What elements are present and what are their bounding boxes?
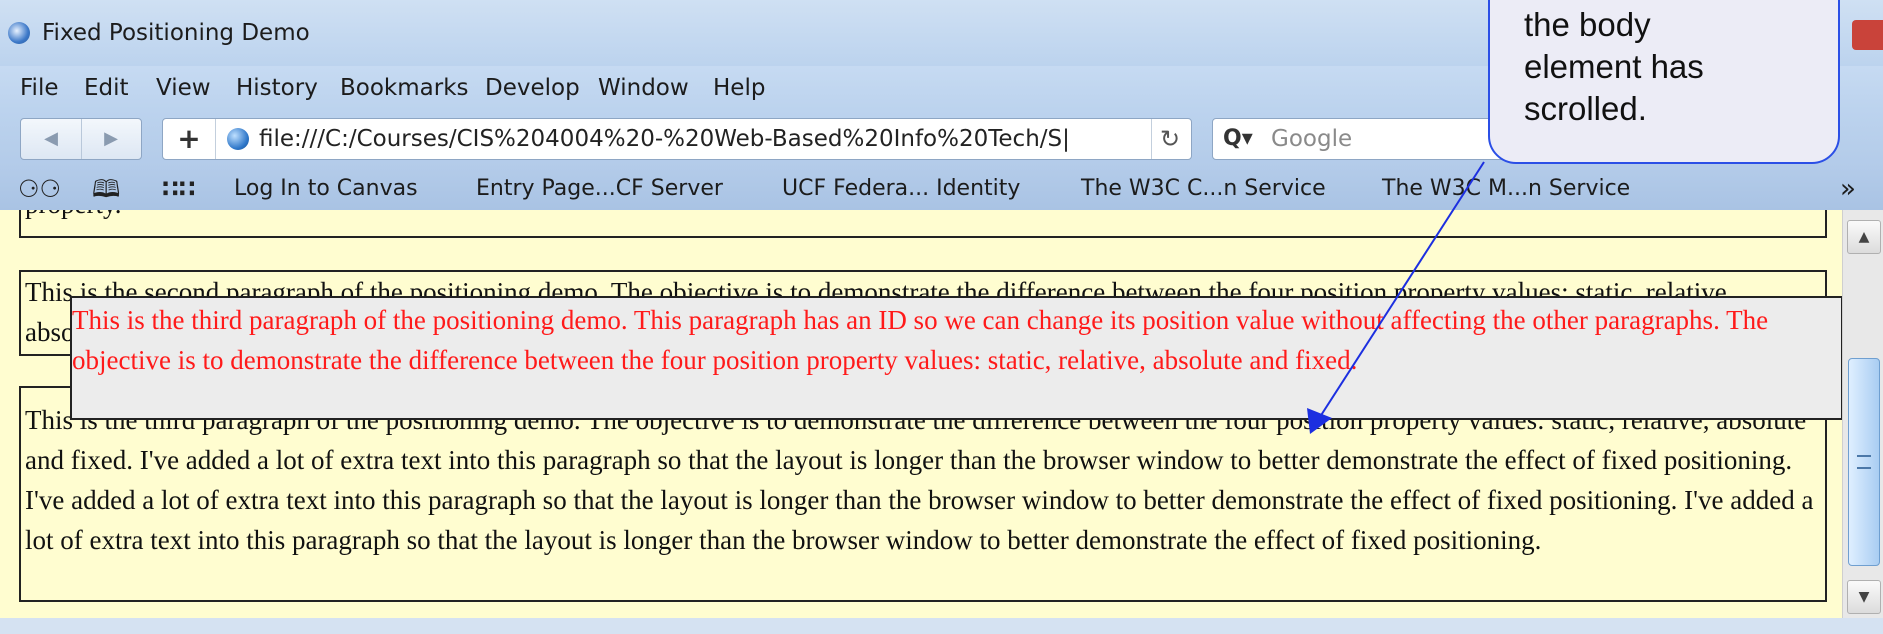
- grip-icon: [1857, 455, 1871, 469]
- bookmarks-overflow-button[interactable]: »: [1840, 168, 1856, 210]
- menu-view[interactable]: View: [156, 66, 211, 110]
- paragraph-3-text: This is the third paragraph of the posit…: [25, 405, 1814, 555]
- fixed-paragraph-text: This is the third paragraph of the posit…: [72, 305, 1769, 375]
- page-content: property. This is the second paragraph o…: [0, 210, 1842, 618]
- reload-icon[interactable]: ↻: [1151, 119, 1188, 159]
- book-icon[interactable]: 🕮: [92, 168, 120, 210]
- reader-glasses-icon[interactable]: ⚆⚆: [18, 168, 61, 210]
- close-button[interactable]: [1852, 20, 1883, 50]
- bookmarks-bar: ⚆⚆ 🕮 ∷∷ Log In to Canvas Entry Page...CF…: [0, 168, 1883, 210]
- address-bar[interactable]: + file:///C:/Courses/CIS%204004%20-%20We…: [162, 118, 1192, 160]
- site-globe-icon: [227, 128, 249, 150]
- add-bookmark-button[interactable]: +: [163, 119, 216, 159]
- window-title: Fixed Positioning Demo: [42, 20, 310, 46]
- status-bar: [0, 618, 1883, 634]
- fixed-paragraph: This is the third paragraph of the posit…: [70, 296, 1842, 420]
- menu-bookmarks[interactable]: Bookmarks: [340, 66, 469, 110]
- menu-edit[interactable]: Edit: [84, 66, 129, 110]
- bookmark-item[interactable]: Entry Page...CF Server: [476, 168, 723, 210]
- browser-globe-icon: [8, 22, 30, 44]
- callout-box: the body element has scrolled.: [1488, 0, 1840, 164]
- scroll-up-icon[interactable]: ▲: [1847, 220, 1881, 254]
- search-icon[interactable]: Q▾: [1223, 119, 1253, 159]
- paragraph-1: property.: [19, 210, 1827, 238]
- scroll-down-icon[interactable]: ▼: [1847, 580, 1881, 614]
- bookmark-item[interactable]: The W3C M...n Service: [1382, 168, 1630, 210]
- back-forward-group: ◀ ▶: [20, 118, 142, 160]
- scrollbar-thumb[interactable]: [1848, 358, 1880, 566]
- menu-file[interactable]: File: [20, 66, 59, 110]
- callout-line: the body: [1524, 6, 1651, 43]
- back-button[interactable]: ◀: [21, 119, 82, 159]
- callout-line: scrolled.: [1524, 90, 1647, 127]
- bookmark-item[interactable]: Log In to Canvas: [234, 168, 418, 210]
- url-input[interactable]: file:///C:/Courses/CIS%204004%20-%20Web-…: [259, 119, 1139, 159]
- grid-icon[interactable]: ∷∷: [162, 168, 195, 210]
- vertical-scrollbar[interactable]: ▲ ▼: [1842, 210, 1883, 618]
- paragraph-1-text: property.: [25, 210, 121, 224]
- menu-develop[interactable]: Develop: [485, 66, 580, 110]
- forward-button[interactable]: ▶: [81, 119, 141, 159]
- search-placeholder: Google: [1271, 126, 1353, 152]
- menu-history[interactable]: History: [236, 66, 318, 110]
- bookmark-item[interactable]: UCF Federa... Identity: [782, 168, 1020, 210]
- menu-help[interactable]: Help: [713, 66, 765, 110]
- menu-window[interactable]: Window: [598, 66, 689, 110]
- search-field[interactable]: Q▾ Google: [1212, 118, 1514, 160]
- bookmark-item[interactable]: The W3C C...n Service: [1081, 168, 1326, 210]
- callout-line: element has: [1524, 48, 1704, 85]
